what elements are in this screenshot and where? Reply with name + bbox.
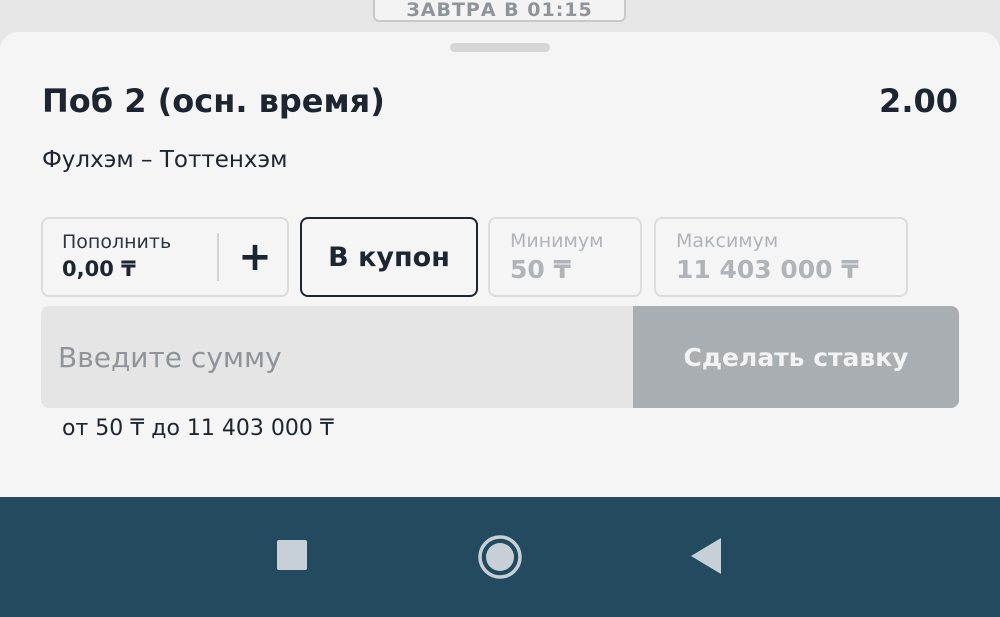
- minimum-label: Минимум: [510, 230, 604, 252]
- maximum-stake-button[interactable]: Максимум 11 403 000 ₸: [654, 217, 908, 297]
- maximum-value: 11 403 000 ₸: [676, 255, 859, 284]
- home-button[interactable]: [471, 528, 529, 586]
- square-icon: [277, 540, 307, 570]
- minimum-stake-button[interactable]: Минимум 50 ₸: [488, 217, 642, 297]
- stake-row: Сделать ставку: [41, 306, 959, 408]
- plus-icon[interactable]: +: [233, 231, 277, 283]
- system-navigation-bar: [0, 497, 1000, 617]
- recent-apps-button[interactable]: [266, 529, 318, 581]
- deposit-balance: 0,00 ₸: [62, 257, 136, 281]
- match-time-label: ЗАВТРА В 01:15: [406, 0, 593, 21]
- triangle-back-icon: [691, 538, 721, 574]
- circle-home-icon: [478, 535, 522, 579]
- stake-amount-input[interactable]: [41, 306, 633, 408]
- bet-title: Поб 2 (осн. время): [42, 82, 385, 120]
- deposit-label: Пополнить: [62, 231, 172, 253]
- sheet-drag-handle[interactable]: [450, 43, 550, 52]
- match-name: Фулхэм – Тоттенхэм: [42, 147, 288, 173]
- deposit-box[interactable]: Пополнить 0,00 ₸ +: [41, 217, 289, 297]
- stake-range-hint: от 50 ₸ до 11 403 000 ₸: [62, 416, 334, 441]
- match-time-banner: ЗАВТРА В 01:15: [373, 0, 626, 22]
- bet-odds: 2.00: [879, 82, 958, 120]
- place-bet-label: Сделать ставку: [683, 342, 909, 372]
- add-to-coupon-label: В купон: [328, 241, 450, 273]
- deposit-divider: [217, 233, 219, 281]
- back-button[interactable]: [681, 529, 733, 583]
- minimum-value: 50 ₸: [510, 255, 571, 284]
- add-to-coupon-button[interactable]: В купон: [300, 217, 478, 297]
- place-bet-button[interactable]: Сделать ставку: [633, 306, 959, 408]
- maximum-label: Максимум: [676, 230, 779, 252]
